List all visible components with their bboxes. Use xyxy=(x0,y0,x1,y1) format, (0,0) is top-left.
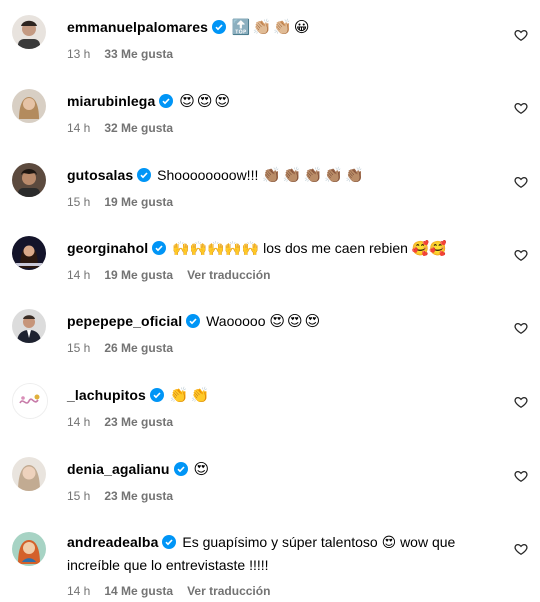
comment-username[interactable]: _lachupitos xyxy=(67,387,146,403)
heart-outline-icon[interactable] xyxy=(514,28,528,42)
comment-likes[interactable]: 33 Me gusta xyxy=(104,47,173,61)
verified-badge-icon xyxy=(159,94,174,108)
comment-time[interactable]: 14 h xyxy=(67,415,90,429)
heart-outline-icon[interactable] xyxy=(514,395,528,409)
verified-badge-icon xyxy=(152,241,167,255)
heart-outline-icon[interactable] xyxy=(514,248,528,262)
comment-likes[interactable]: 14 Me gusta xyxy=(104,584,173,598)
comment-emoji: 👏🏽👏🏽👏🏽👏🏽👏🏽 xyxy=(262,166,366,184)
comment-likes[interactable]: 19 Me gusta xyxy=(104,268,173,282)
comment-emoji: 😍😍😍 xyxy=(179,92,233,110)
verified-badge-icon xyxy=(211,20,226,34)
avatar[interactable] xyxy=(12,457,46,491)
comment-likes[interactable]: 32 Me gusta xyxy=(104,121,173,135)
comment-username[interactable]: miarubinlega xyxy=(67,93,155,109)
see-translation-link[interactable]: Ver traducción xyxy=(187,268,270,282)
comment-username[interactable]: andreadealba xyxy=(67,534,158,550)
avatar[interactable] xyxy=(12,89,46,123)
comment-time[interactable]: 15 h xyxy=(67,489,90,503)
comment-likes[interactable]: 26 Me gusta xyxy=(104,341,173,355)
avatar[interactable] xyxy=(12,163,46,197)
heart-outline-icon[interactable] xyxy=(514,542,528,556)
comment-likes[interactable]: 23 Me gusta xyxy=(104,415,173,429)
heart-outline-icon[interactable] xyxy=(514,101,528,115)
comment-username[interactable]: pepepepe_oficial xyxy=(67,313,182,329)
heart-outline-icon[interactable] xyxy=(514,321,528,335)
avatar[interactable] xyxy=(12,309,46,343)
verified-badge-icon xyxy=(162,535,177,549)
comment-time[interactable]: 15 h xyxy=(67,341,90,355)
comment-time[interactable]: 15 h xyxy=(67,195,90,209)
comment-text: Shoooooooow!!! xyxy=(157,167,259,183)
comment-time[interactable]: 14 h xyxy=(67,268,90,282)
comment-time[interactable]: 14 h xyxy=(67,584,90,598)
comment-likes[interactable]: 23 Me gusta xyxy=(104,489,173,503)
comment-emoji: 👏👏 xyxy=(169,386,212,404)
comment-emoji: 😍😍😍 xyxy=(269,312,323,330)
comment-text: 🙌🙌🙌🙌🙌 los dos me caen rebien 🥰🥰 xyxy=(172,240,447,256)
comment-text: Waooooo xyxy=(206,313,266,329)
comment-username[interactable]: emmanuelpalomares xyxy=(67,19,208,35)
comment-time[interactable]: 13 h xyxy=(67,47,90,61)
heart-outline-icon[interactable] xyxy=(514,175,528,189)
verified-badge-icon xyxy=(186,314,201,328)
comment-username[interactable]: gutosalas xyxy=(67,167,133,183)
comment-username[interactable]: georginahol xyxy=(67,240,148,256)
verified-badge-icon xyxy=(137,168,152,182)
avatar[interactable] xyxy=(12,532,46,566)
avatar[interactable] xyxy=(12,236,46,270)
comment-likes[interactable]: 19 Me gusta xyxy=(104,195,173,209)
heart-outline-icon[interactable] xyxy=(514,469,528,483)
comment-emoji: 🔝👏🏼👏🏼😀 xyxy=(231,18,312,36)
avatar[interactable] xyxy=(12,15,46,49)
comment-time[interactable]: 14 h xyxy=(67,121,90,135)
see-translation-link[interactable]: Ver traducción xyxy=(187,584,270,598)
avatar[interactable] xyxy=(12,383,48,419)
verified-badge-icon xyxy=(149,388,164,402)
comment-username[interactable]: denia_agalianu xyxy=(67,461,170,477)
verified-badge-icon xyxy=(173,462,188,476)
comment-emoji: 😍 xyxy=(193,460,212,478)
